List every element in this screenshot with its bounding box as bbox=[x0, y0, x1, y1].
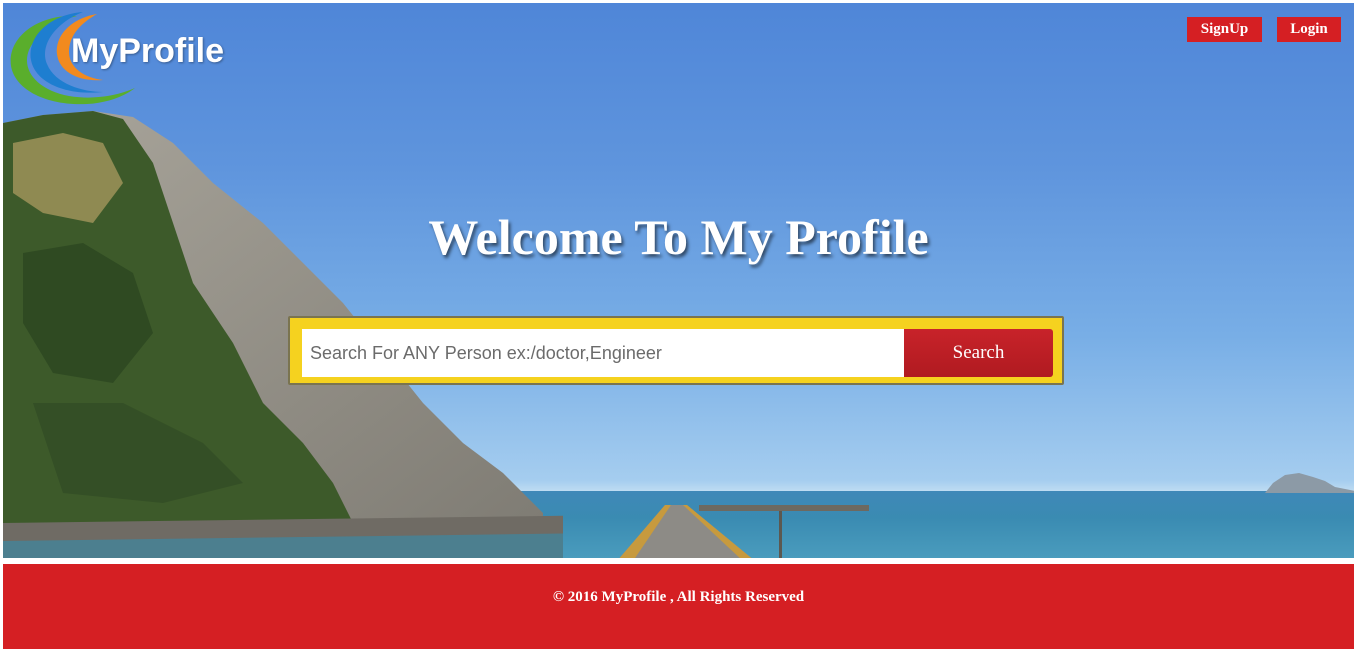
signup-button[interactable]: SignUp bbox=[1187, 17, 1262, 42]
search-bar: Search bbox=[288, 316, 1064, 385]
copyright-text: © 2016 MyProfile , All Rights Reserved bbox=[552, 589, 805, 605]
page-title: Welcome To My Profile bbox=[428, 209, 929, 265]
search-input[interactable] bbox=[302, 329, 905, 377]
footer: © 2016 MyProfile , All Rights Reserved bbox=[3, 564, 1354, 649]
hero-banner: MyProfile SignUp Login bbox=[3, 3, 1354, 558]
distant-island-image bbox=[1265, 473, 1354, 493]
search-button[interactable]: Search bbox=[904, 329, 1053, 377]
myprofile-logo[interactable]: MyProfile bbox=[7, 8, 267, 108]
login-button[interactable]: Login bbox=[1277, 17, 1341, 42]
pier-image bbox=[619, 505, 869, 558]
logo-text: MyProfile bbox=[71, 32, 225, 70]
